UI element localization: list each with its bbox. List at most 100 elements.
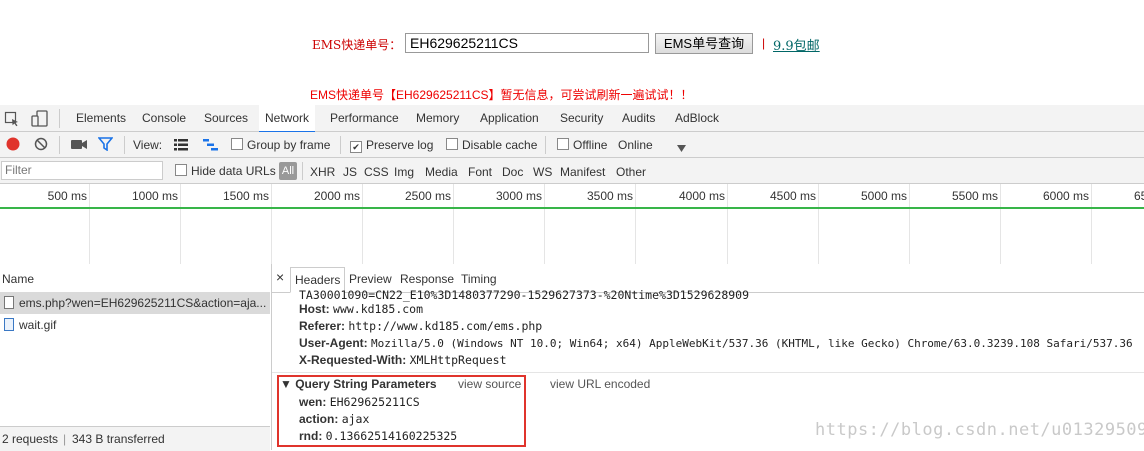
overview-waterfall-icon[interactable] [203,139,218,154]
device-toolbar-icon[interactable] [31,110,49,130]
filter-type-img[interactable]: Img [394,165,414,179]
timeline-tick-label: 65 [1134,189,1144,203]
param-value: ajax [341,412,370,426]
hide-data-urls-label: Hide data URLs [191,164,276,178]
free-shipping-link[interactable]: 9.9包邮 [773,35,820,54]
timeline-gridline [1091,184,1092,264]
throttling-select[interactable]: Online [618,138,653,152]
checkbox-unchecked-icon [231,138,243,150]
filter-type-xhr[interactable]: XHR [310,165,335,179]
ems-query-button[interactable]: EMS单号查询 [655,33,753,54]
timeline-tick-label: 6000 ms [1042,189,1089,203]
request-list-pane: Name ems.php?wen=EH629625211CS&action=aj… [0,264,272,451]
timeline-tick-label: 1000 ms [131,189,178,203]
tab-network[interactable]: Network [259,105,316,133]
tab-performance[interactable]: Performance [330,111,399,125]
checkbox-checked-icon: ✔ [350,141,362,153]
filter-type-css[interactable]: CSS [364,165,389,179]
query-param-row-wen: wen: EH629625211CS [299,395,420,409]
detail-tab-timing[interactable]: Timing [461,272,497,286]
preserve-log-label: Preserve log [366,138,434,152]
no-info-message: EMS快递单号【EH629625211CS】暂无信息，可尝试刷新一遍试试！！ [310,88,693,102]
timeline-gridline [180,184,181,264]
large-rows-list-icon[interactable] [174,139,188,154]
query-param-row-action: action: ajax [299,412,369,426]
filter-type-all[interactable]: All [279,162,297,180]
name-column-header[interactable]: Name [2,272,34,286]
param-value: EH629625211CS [329,395,420,409]
throttling-value: Online [618,138,653,152]
hide-data-urls-checkbox[interactable]: Hide data URLs [175,164,276,178]
clear-icon[interactable] [34,137,48,154]
dropdown-triangle-icon[interactable] [677,141,686,155]
header-key: Referer: [299,319,346,333]
request-name: wait.gif [19,318,57,332]
header-value: www.kd185.com [333,302,424,316]
tab-application[interactable]: Application [480,111,539,125]
image-file-icon [4,318,14,331]
filter-type-font[interactable]: Font [468,165,492,179]
header-row-x-requested-with: X-Requested-With: XMLHttpRequest [299,353,507,367]
webpage-area: EMS快递单号： EH629625211CS EMS单号查询 | 9.9包邮 E… [0,0,1144,105]
request-row-ems-php[interactable]: ems.php?wen=EH629625211CS&action=aja... [0,292,270,314]
tab-adblock[interactable]: AdBlock [675,111,719,125]
header-row-user-agent: User-Agent: Mozilla/5.0 (Windows NT 10.0… [299,336,1133,350]
request-count: 2 requests [2,432,59,446]
screenshot-camera-icon[interactable] [71,139,87,153]
query-string-section-title[interactable]: ▼ Query String Parameters [280,377,437,391]
tab-audits[interactable]: Audits [622,111,655,125]
cut-off-header-value: TA30001090=CN22_E10%3D1480377290-1529627… [299,288,750,302]
param-key: rnd: [299,429,323,443]
header-value: Mozilla/5.0 (Windows NT 10.0; Win64; x64… [371,337,1133,350]
offline-label: Offline [573,138,608,152]
network-toolbar: View: Group by frame ✔ Preserve log Disab… [0,132,1144,158]
toolbar-divider [545,136,546,154]
timeline-load-event-line [0,207,1144,209]
filter-divider [302,162,303,180]
detail-tab-preview[interactable]: Preview [349,272,392,286]
timeline-gridline [818,184,819,264]
filter-type-js[interactable]: JS [343,165,357,179]
group-by-frame-label: Group by frame [247,138,331,152]
tab-sources[interactable]: Sources [204,111,248,125]
section-divider [272,372,1144,373]
header-value: http://www.kd185.com/ems.php [348,319,543,333]
timeline-gridline [635,184,636,264]
request-list-header[interactable]: Name [0,264,270,293]
filter-funnel-icon[interactable] [97,137,114,154]
header-row-referer: Referer: http://www.kd185.com/ems.php [299,319,542,333]
network-timeline-overview[interactable]: 500 ms 1000 ms 1500 ms 2000 ms 2500 ms 3… [0,184,1144,265]
tab-elements[interactable]: Elements [76,111,126,125]
view-url-encoded-link[interactable]: view URL encoded [550,377,650,391]
ems-number-input[interactable]: EH629625211CS [405,33,649,53]
request-summary-bar: 2 requests | 343 B transferred [0,426,270,451]
detail-tab-response[interactable]: Response [400,272,454,286]
preserve-log-checkbox[interactable]: ✔ Preserve log [350,138,433,153]
filter-input[interactable]: Filter [1,161,163,180]
view-source-link[interactable]: view source [458,377,521,391]
filter-type-media[interactable]: Media [425,165,458,179]
header-row-host: Host: www.kd185.com [299,302,423,316]
close-detail-icon[interactable]: × [276,269,284,285]
filter-type-doc[interactable]: Doc [502,165,523,179]
filter-type-other[interactable]: Other [616,165,646,179]
disable-cache-checkbox[interactable]: Disable cache [446,138,537,152]
checkbox-unchecked-icon [557,138,569,150]
offline-checkbox[interactable]: Offline [557,138,607,152]
record-icon[interactable] [6,137,20,154]
cut-off-header-line: TA30001090=CN22_E10%3D1480377290-1529627… [299,288,749,302]
summary-divider: | [63,432,67,446]
timeline-tick-label: 3500 ms [586,189,633,203]
filter-type-manifest[interactable]: Manifest [560,165,605,179]
disable-cache-label: Disable cache [462,138,538,152]
timeline-tick-label: 3000 ms [495,189,542,203]
tab-security[interactable]: Security [560,111,603,125]
timeline-gridline [362,184,363,264]
tab-memory[interactable]: Memory [416,111,459,125]
request-row-wait-gif[interactable]: wait.gif [0,314,270,336]
tab-console[interactable]: Console [142,111,186,125]
timeline-tick-label: 2500 ms [404,189,451,203]
group-by-frame-checkbox[interactable]: Group by frame [231,138,330,152]
filter-type-ws[interactable]: WS [533,165,552,179]
inspect-element-icon[interactable] [4,111,20,130]
